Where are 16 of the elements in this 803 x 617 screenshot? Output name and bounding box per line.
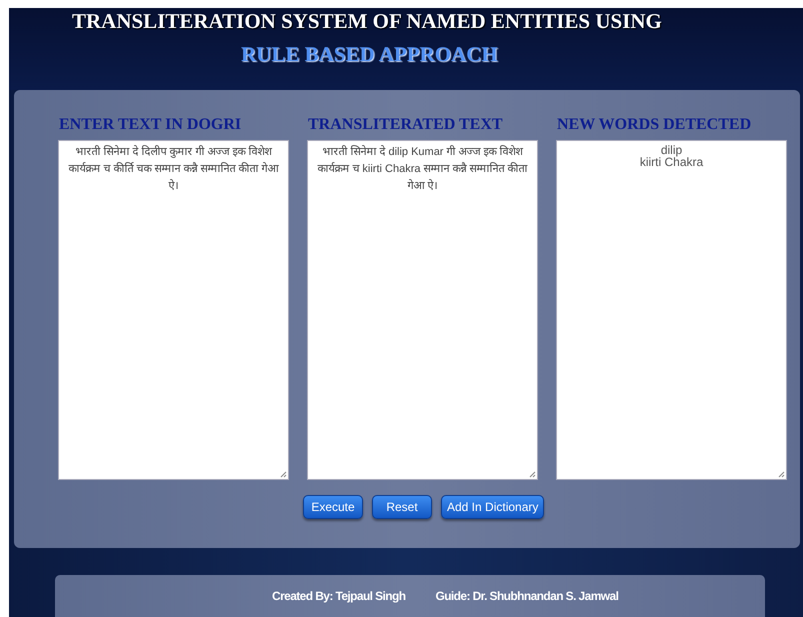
guide-credit: Guide: Dr. Shubhnandan S. Jamwal	[435, 589, 618, 604]
text-area[interactable]: dilip kiirti Chakra	[556, 140, 787, 480]
resize-grip-icon[interactable]	[280, 471, 287, 478]
action-button[interactable]: Reset	[372, 495, 432, 519]
text-area[interactable]: भारती सिनेमा दे dilip Kumar गी अज्ज इक विशेश कार्यक्रम च kiirti Chakra सम्मान कन्नै सम्मानित कीता गेआ ऐ।	[307, 140, 538, 480]
page-title: TRANSLITERATION SYSTEM OF NAMED ENTITIES USING	[72, 9, 662, 34]
resize-grip-icon[interactable]	[529, 471, 536, 478]
text-area[interactable]: भारती सिनेमा दे दिलीप कुमार गी अज्ज इक विशेश कार्यक्रम च कीर्ति चक सम्मान कन्नै सम्मानित कीता गेआ ऐ।	[58, 140, 289, 480]
resize-grip-icon[interactable]	[778, 471, 785, 478]
column-heading: NEW WORDS DETECTED	[557, 116, 752, 135]
action-button[interactable]: Add In Dictionary	[441, 495, 544, 519]
action-button[interactable]: Execute	[303, 495, 363, 519]
column-heading: TRANSLITERATED TEXT	[308, 116, 504, 135]
column-heading: ENTER TEXT IN DOGRI	[59, 116, 242, 135]
page-subtitle: RULE BASED APPROACH	[241, 42, 498, 67]
author-credit: Created By: Tejpaul Singh	[272, 589, 406, 604]
